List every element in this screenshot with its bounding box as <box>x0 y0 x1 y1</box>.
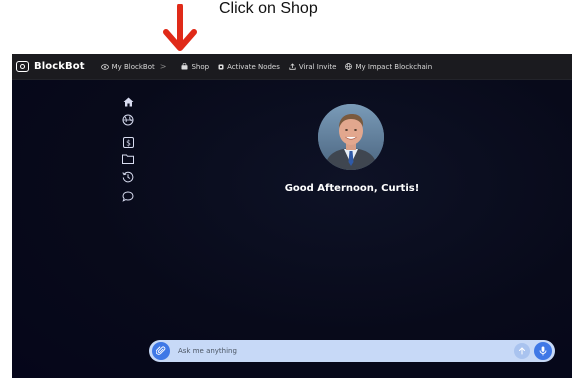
nav-viral-invite[interactable]: Viral Invite <box>289 62 337 71</box>
brand-logo[interactable]: BlockBot <box>16 61 85 72</box>
svg-text:$: $ <box>126 138 131 147</box>
upload-icon <box>289 63 296 70</box>
nav-label: Shop <box>191 62 210 71</box>
top-navbar: BlockBot My BlockBot > Shop Activate Nod… <box>12 54 572 80</box>
history-icon <box>122 171 134 183</box>
attach-button[interactable] <box>152 342 170 360</box>
sidebar-folder[interactable] <box>122 153 134 165</box>
nav-my-impact-blockchain[interactable]: My Impact Blockchain <box>345 63 432 71</box>
user-portrait-image <box>318 104 384 170</box>
app-window: BlockBot My BlockBot > Shop Activate Nod… <box>12 54 572 378</box>
microphone-icon <box>539 346 547 356</box>
nav-label: My Impact Blockchain <box>355 62 433 71</box>
folder-icon <box>122 154 134 164</box>
shopping-bag-icon <box>181 63 188 70</box>
node-icon <box>218 64 224 69</box>
globe-icon <box>345 63 353 70</box>
globe-icon <box>122 114 134 126</box>
sidebar-shop[interactable]: $ <box>122 136 134 148</box>
nav-label: Activate Nodes <box>227 62 280 71</box>
eye-icon <box>100 63 109 70</box>
sidebar-globe[interactable] <box>122 114 134 126</box>
breadcrumb-separator: > <box>159 62 167 71</box>
greeting-heading: Good Afternoon, Curtis! <box>284 183 420 194</box>
voice-input-button[interactable] <box>534 342 552 360</box>
nav-shop[interactable]: Shop <box>181 63 209 71</box>
brand-name: BlockBot <box>34 61 85 72</box>
arrow-up-icon <box>519 347 525 355</box>
instruction-text: Click on Shop <box>219 0 318 17</box>
paperclip-icon <box>156 346 166 355</box>
nav-label: Viral Invite <box>298 62 337 71</box>
nav-label: My BlockBot <box>111 62 155 71</box>
chat-bar <box>149 340 555 362</box>
send-button[interactable] <box>514 343 530 359</box>
sidebar-home[interactable] <box>122 96 134 108</box>
sidebar-history[interactable] <box>122 171 134 183</box>
home-icon <box>123 97 133 107</box>
user-avatar <box>318 104 384 170</box>
dollar-box-icon: $ <box>122 136 134 148</box>
nav-my-blockbot[interactable]: My BlockBot > <box>100 62 173 71</box>
chat-input[interactable] <box>178 343 514 359</box>
nav-activate-nodes[interactable]: Activate Nodes <box>218 63 280 71</box>
red-arrow-down-icon <box>163 4 197 51</box>
eye-box-icon <box>16 61 29 72</box>
